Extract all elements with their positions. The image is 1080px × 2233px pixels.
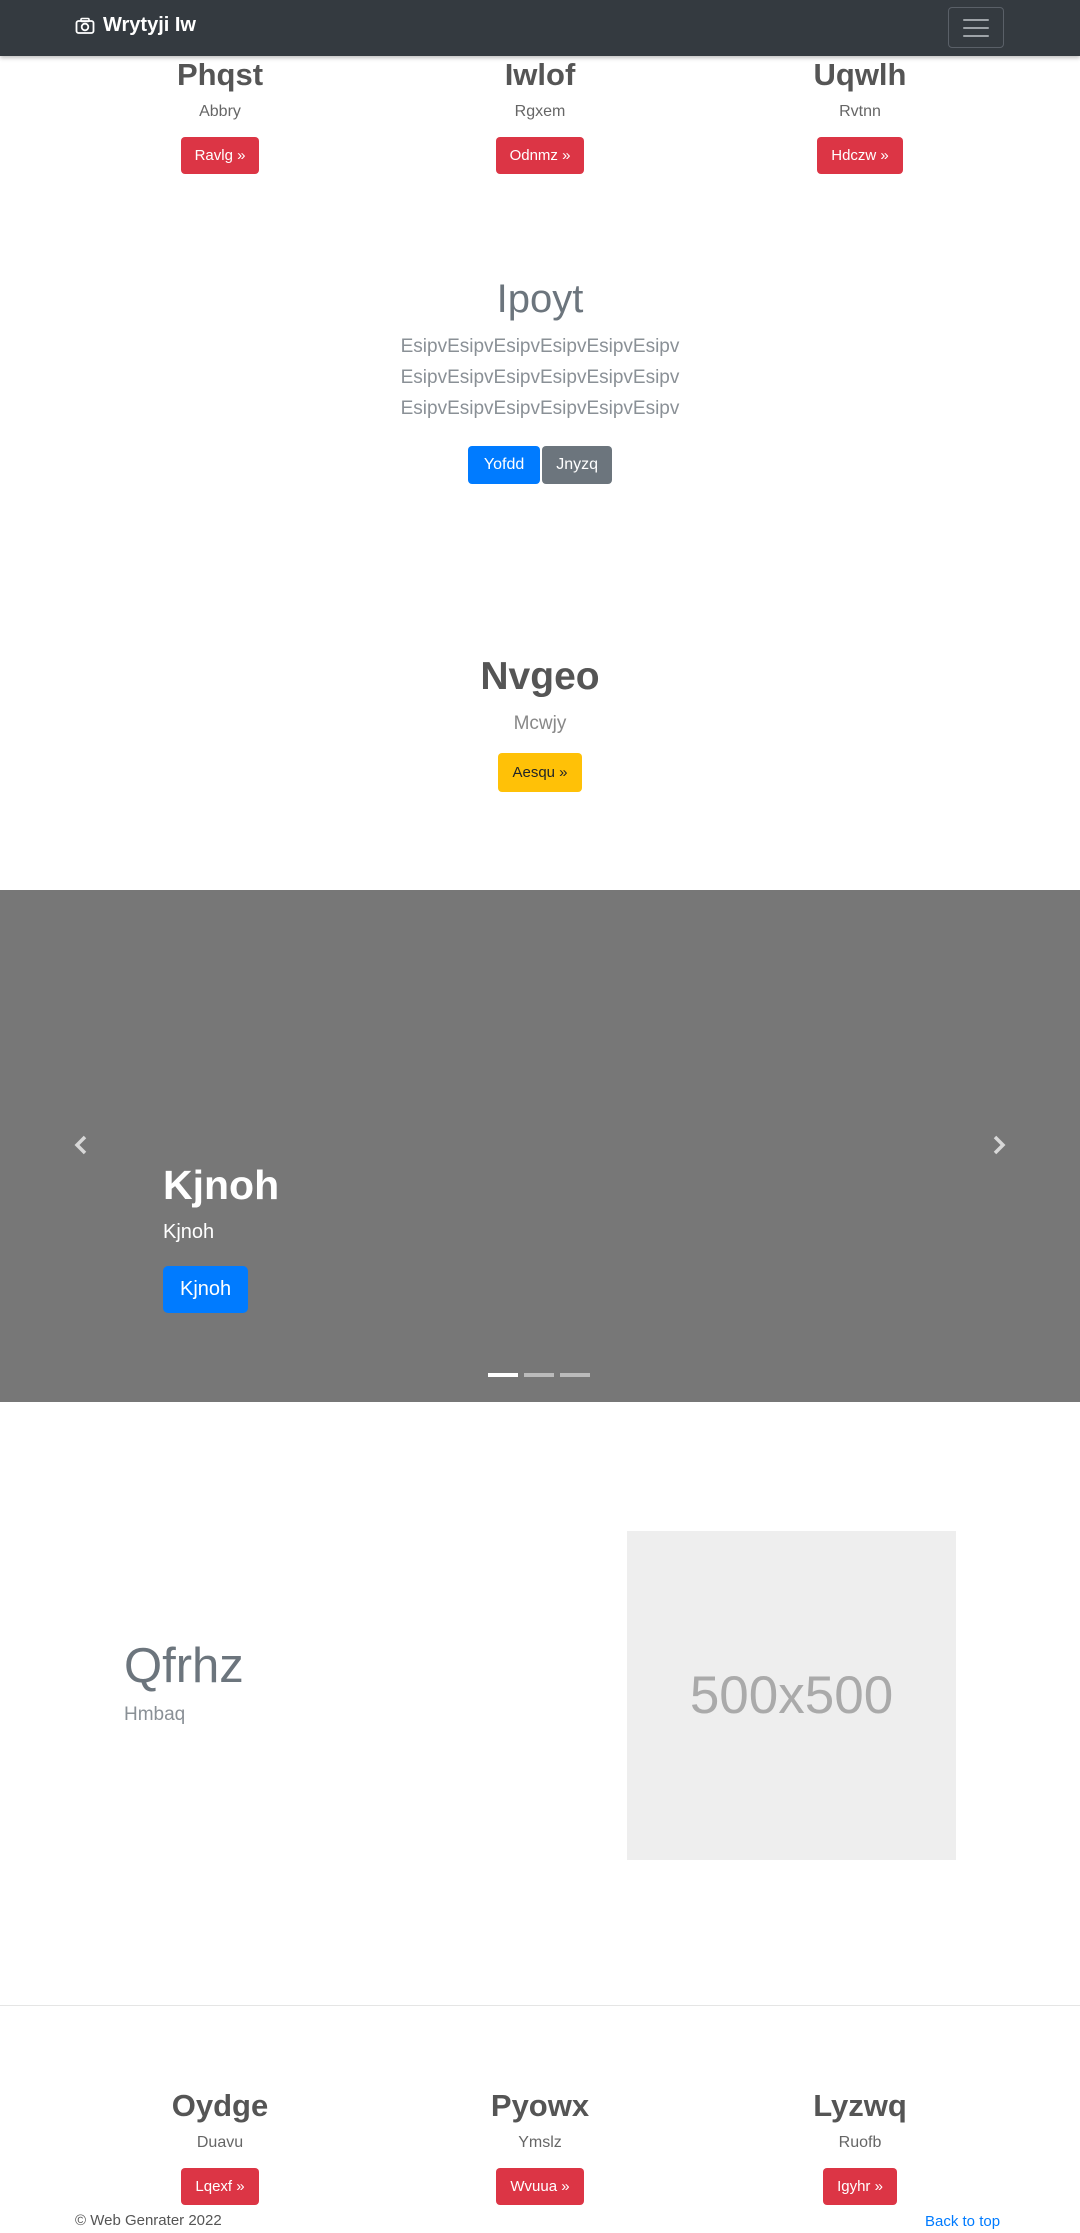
feature-title: Nvgeo (480, 655, 600, 698)
column-title: Pyowx (490, 2088, 590, 2123)
back-to-top-link[interactable]: Back to top (925, 2213, 1000, 2230)
top-column-3: Uqwlh Rvtnn Hdczw » (710, 56, 1010, 175)
carousel-next-button[interactable] (984, 1130, 1014, 1160)
carousel: Kjnoh Kjnoh Kjnoh (0, 890, 1080, 1402)
camera-icon (75, 17, 95, 34)
featurette-text: Qfrhz Hmbaq (124, 1638, 244, 1726)
carousel-text: Kjnoh (163, 1221, 215, 1243)
featurette-image-placeholder: 500x500 (627, 1531, 956, 1860)
chevron-left-icon (74, 1135, 87, 1155)
chevron-right-icon (993, 1135, 1006, 1155)
carousel-button[interactable]: Kjnoh (163, 1266, 249, 1313)
divider (0, 2005, 1080, 2006)
brand-name: Wrytyji Iw (103, 14, 196, 36)
carousel-indicators (488, 1373, 590, 1377)
secondary-button[interactable]: Jnyzq (542, 446, 613, 484)
column-subtitle: Ruofb (838, 2134, 882, 2152)
column-subtitle: Ymslz (518, 2134, 562, 2152)
bottom-column-3: Lyzwq Ruofb Igyhr » (710, 2087, 1010, 2206)
feature-section: Nvgeo Mcwjy Aesqu » (0, 655, 1080, 792)
placeholder-label: 500x500 (689, 1666, 894, 1725)
carousel-heading: Kjnoh (163, 1162, 280, 1208)
featurette-title: Qfrhz (124, 1639, 244, 1693)
column-button[interactable]: Lqexf » (181, 2168, 259, 2206)
hamburger-icon (963, 18, 989, 21)
column-title: Uqwlh (813, 57, 907, 92)
bottom-column-1: Oydge Duavu Lqexf » (70, 2087, 370, 2206)
column-subtitle: Rgxem (514, 103, 566, 121)
carousel-indicator[interactable] (488, 1373, 518, 1377)
column-button[interactable]: Igyhr » (823, 2168, 897, 2206)
navbar-toggler-button[interactable] (948, 7, 1004, 48)
carousel-indicator[interactable] (560, 1373, 590, 1377)
column-subtitle: Duavu (196, 2134, 244, 2152)
column-button[interactable]: Odnmz » (495, 137, 585, 175)
footer-copyright: © Web Genrater 2022 (75, 2212, 222, 2229)
carousel-caption: Kjnoh Kjnoh Kjnoh (163, 1162, 279, 1313)
column-title: Lyzwq (813, 2088, 907, 2123)
jumbotron: Ipoyt EsipvEsipvEsipvEsipvEsipvEsipv Esi… (0, 275, 1080, 484)
navbar: Wrytyji Iw (0, 0, 1080, 56)
carousel-prev-button[interactable] (66, 1130, 96, 1160)
top-column-2: Iwlof Rgxem Odnmz » (390, 56, 690, 175)
jumbotron-buttons: Yofdd Jnyzq (0, 446, 1080, 484)
column-button[interactable]: Hdczw » (817, 137, 903, 175)
jumbotron-lead: EsipvEsipvEsipvEsipvEsipvEsipv EsipvEsip… (400, 336, 680, 419)
primary-button[interactable]: Yofdd (467, 446, 541, 484)
top-column-1: Phqst Abbry Ravlg » (70, 56, 370, 175)
column-subtitle: Rvtnn (839, 103, 881, 121)
column-subtitle: Abbry (199, 103, 241, 121)
featurette-subtitle: Hmbaq (124, 1704, 186, 1725)
column-button[interactable]: Wvuua » (496, 2168, 584, 2206)
feature-subtitle: Mcwjy (513, 713, 567, 734)
bottom-column-2: Pyowx Ymslz Wvuua » (390, 2087, 690, 2206)
column-button[interactable]: Ravlg » (180, 137, 260, 175)
carousel-indicator[interactable] (524, 1373, 554, 1377)
column-title: Phqst (176, 57, 264, 92)
jumbotron-title: Ipoyt (496, 277, 584, 321)
column-title: Oydge (171, 2088, 269, 2123)
brand-link[interactable]: Wrytyji Iw (75, 14, 196, 37)
feature-button[interactable]: Aesqu » (498, 753, 582, 792)
column-title: Iwlof (504, 57, 576, 92)
